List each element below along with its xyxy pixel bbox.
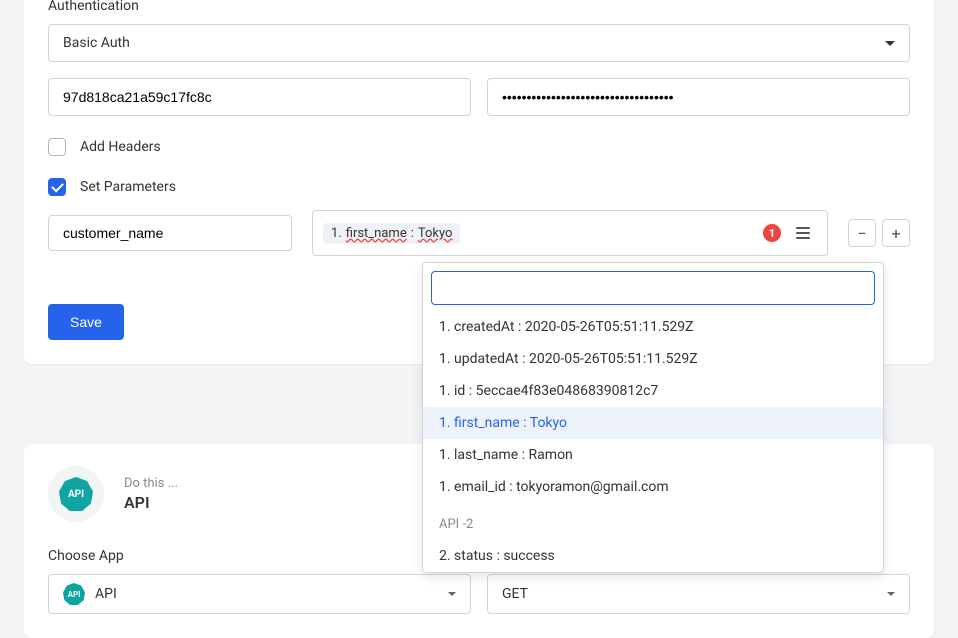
dropdown-item[interactable]: 1. last_name : Ramon [423, 439, 883, 471]
dropdown-group-label: API -2 [423, 503, 883, 540]
choose-app-select[interactable]: API API [48, 574, 471, 614]
method-value: GET [502, 586, 528, 602]
app-icon-circle: API [48, 466, 104, 522]
add-headers-checkbox[interactable] [48, 138, 66, 156]
chevron-down-icon [887, 592, 895, 596]
hamburger-icon-button[interactable] [789, 219, 817, 247]
param-key-input[interactable] [48, 215, 292, 251]
chevron-down-icon [885, 41, 895, 46]
set-parameters-label: Set Parameters [80, 179, 176, 195]
add-headers-row: Add Headers [48, 138, 910, 156]
choose-app-value: API [95, 586, 117, 602]
auth-password-input[interactable] [487, 78, 910, 116]
set-parameters-checkbox[interactable] [48, 178, 66, 196]
auth-type-select[interactable]: Basic Auth [48, 24, 910, 62]
app-name-label: API [124, 493, 178, 512]
save-button[interactable]: Save [48, 304, 124, 340]
auth-label: Authentication [48, 0, 910, 14]
dropdown-item[interactable]: 1. first_name : Tokyo [423, 407, 883, 439]
dropdown-search-input[interactable] [431, 271, 875, 305]
dropdown-item[interactable]: 1. createdAt : 2020-05-26T05:51:11.529Z [423, 311, 883, 343]
api-icon: API [59, 477, 93, 511]
api-icon: API [63, 583, 85, 605]
dropdown-item[interactable]: 1. email_id : tokyoramon@gmail.com [423, 471, 883, 503]
method-select[interactable]: GET [487, 574, 910, 614]
dropdown-list: 1. createdAt : 2020-05-26T05:51:11.529Z … [423, 311, 883, 572]
dropdown-item[interactable]: 2. status : success [423, 540, 883, 572]
param-value-dropdown: 1. createdAt : 2020-05-26T05:51:11.529Z … [422, 262, 884, 573]
hamburger-icon [796, 227, 810, 239]
set-parameters-row: Set Parameters [48, 178, 910, 196]
add-headers-label: Add Headers [80, 139, 161, 155]
param-badge: 1 [763, 224, 781, 242]
param-value-select[interactable]: 1. first_name : Tokyo 1 [312, 210, 828, 256]
chevron-down-icon [448, 592, 456, 596]
dropdown-item[interactable]: 1. id : 5eccae4f83e04868390812c7 [423, 375, 883, 407]
do-this-label: Do this ... [124, 476, 178, 491]
param-value-tag: 1. first_name : Tokyo [323, 223, 460, 244]
remove-param-button[interactable]: − [848, 219, 876, 247]
add-param-button[interactable]: + [882, 219, 910, 247]
dropdown-item[interactable]: 1. updatedAt : 2020-05-26T05:51:11.529Z [423, 343, 883, 375]
auth-username-input[interactable] [48, 78, 471, 116]
auth-type-value: Basic Auth [63, 35, 130, 51]
